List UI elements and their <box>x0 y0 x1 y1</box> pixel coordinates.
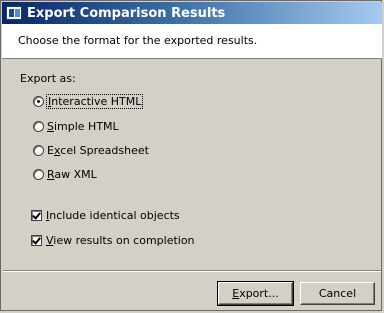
checkbox-label: View results on completion <box>46 233 195 247</box>
radio-interactive-html[interactable]: Interactive HTML <box>33 93 144 109</box>
checkbox-view-results[interactable]: View results on completion <box>31 232 195 248</box>
header-panel: Choose the format for the exported resul… <box>2 24 382 59</box>
radio-button[interactable] <box>33 168 44 180</box>
window-title: Export Comparison Results <box>27 5 226 21</box>
radio-excel-spreadsheet[interactable]: Excel Spreadsheet <box>33 142 149 158</box>
dialog-description: Choose the format for the exported resul… <box>18 34 258 47</box>
radio-label: Excel Spreadsheet <box>47 143 149 157</box>
radio-simple-html[interactable]: Simple HTML <box>33 118 119 134</box>
radio-label: Raw XML <box>47 167 97 181</box>
export-dialog: Export Comparison Results Choose the for… <box>0 0 382 311</box>
footer-separator <box>3 270 381 272</box>
radio-button-selected[interactable] <box>33 95 44 107</box>
radio-raw-xml[interactable]: Raw XML <box>33 166 97 182</box>
radio-button[interactable] <box>33 144 44 156</box>
checkbox-label: Include identical objects <box>46 208 180 222</box>
export-as-label: Export as: <box>20 72 76 85</box>
radio-button[interactable] <box>33 120 44 132</box>
title-bar[interactable]: Export Comparison Results <box>2 2 382 24</box>
cancel-button[interactable]: Cancel <box>300 282 375 305</box>
radio-label: Simple HTML <box>47 119 119 133</box>
export-button[interactable]: Export... <box>217 281 294 306</box>
radio-label: Interactive HTML <box>45 93 144 109</box>
app-icon <box>6 6 22 20</box>
checkbox-checked[interactable] <box>31 209 42 221</box>
checkbox-include-identical[interactable]: Include identical objects <box>31 207 180 223</box>
checkbox-checked[interactable] <box>31 234 42 246</box>
